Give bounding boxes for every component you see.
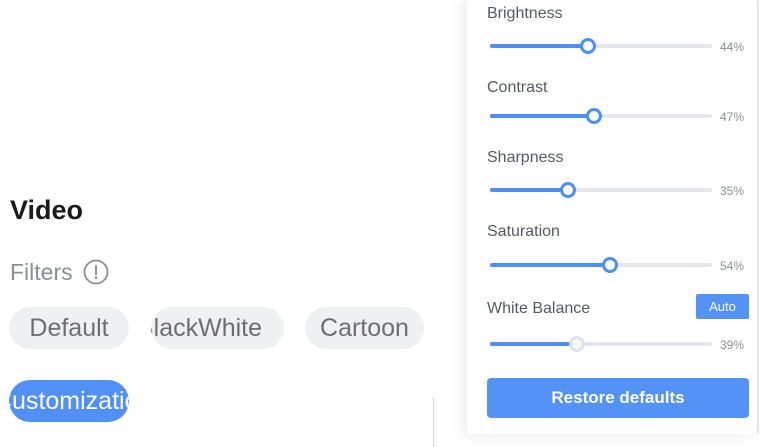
brightness-slider[interactable] <box>490 38 712 54</box>
filter-chip-label: Customization <box>9 387 129 415</box>
saturation-value: 54% <box>720 259 745 273</box>
contrast-value: 47% <box>720 110 745 124</box>
contrast-slider[interactable] <box>490 108 712 124</box>
filter-chip-label: Cartoon <box>320 314 409 342</box>
slider-fill <box>490 188 568 192</box>
filter-chip-label: Default <box>29 314 109 342</box>
filters-header: Filters <box>10 258 109 286</box>
filter-chip-default[interactable]: Default <box>9 307 129 349</box>
contrast-label: Contrast <box>487 79 548 96</box>
brightness-label: Brightness <box>487 5 563 22</box>
slider-fill <box>490 263 610 267</box>
slider-thumb[interactable] <box>559 182 576 198</box>
slider-fill <box>490 114 595 118</box>
adjustment-panel: Brightness 44% Contrast 47% Sharpness 35… <box>467 0 759 434</box>
slider-fill <box>490 44 588 48</box>
restore-defaults-button[interactable]: Restore defaults <box>487 378 749 418</box>
slider-thumb[interactable] <box>586 108 603 124</box>
slider-thumb[interactable] <box>601 257 618 273</box>
sharpness-label: Sharpness <box>487 149 564 166</box>
sharpness-slider[interactable] <box>490 182 712 198</box>
filter-chip-blackwhite[interactable]: BlackWhite <box>151 307 284 349</box>
filter-chip-customization[interactable]: Customization <box>9 380 129 422</box>
filters-label: Filters <box>10 259 73 285</box>
sharpness-value: 35% <box>720 184 745 198</box>
white-balance-slider[interactable] <box>490 336 712 352</box>
slider-thumb[interactable] <box>568 336 585 352</box>
filter-chip-cartoon[interactable]: Cartoon <box>305 307 424 349</box>
filter-chip-label: BlackWhite <box>151 314 263 342</box>
white-balance-label: White Balance <box>487 300 591 317</box>
slider-thumb[interactable] <box>579 38 596 54</box>
info-circle-icon[interactable] <box>83 259 109 285</box>
white-balance-auto-button[interactable]: Auto <box>696 294 749 319</box>
slider-fill <box>490 342 577 346</box>
brightness-value: 44% <box>720 40 745 54</box>
saturation-slider[interactable] <box>490 257 712 273</box>
saturation-label: Saturation <box>487 223 560 240</box>
white-balance-value: 39% <box>720 338 745 352</box>
video-section-title: Video <box>10 195 84 225</box>
section-divider <box>433 397 434 447</box>
